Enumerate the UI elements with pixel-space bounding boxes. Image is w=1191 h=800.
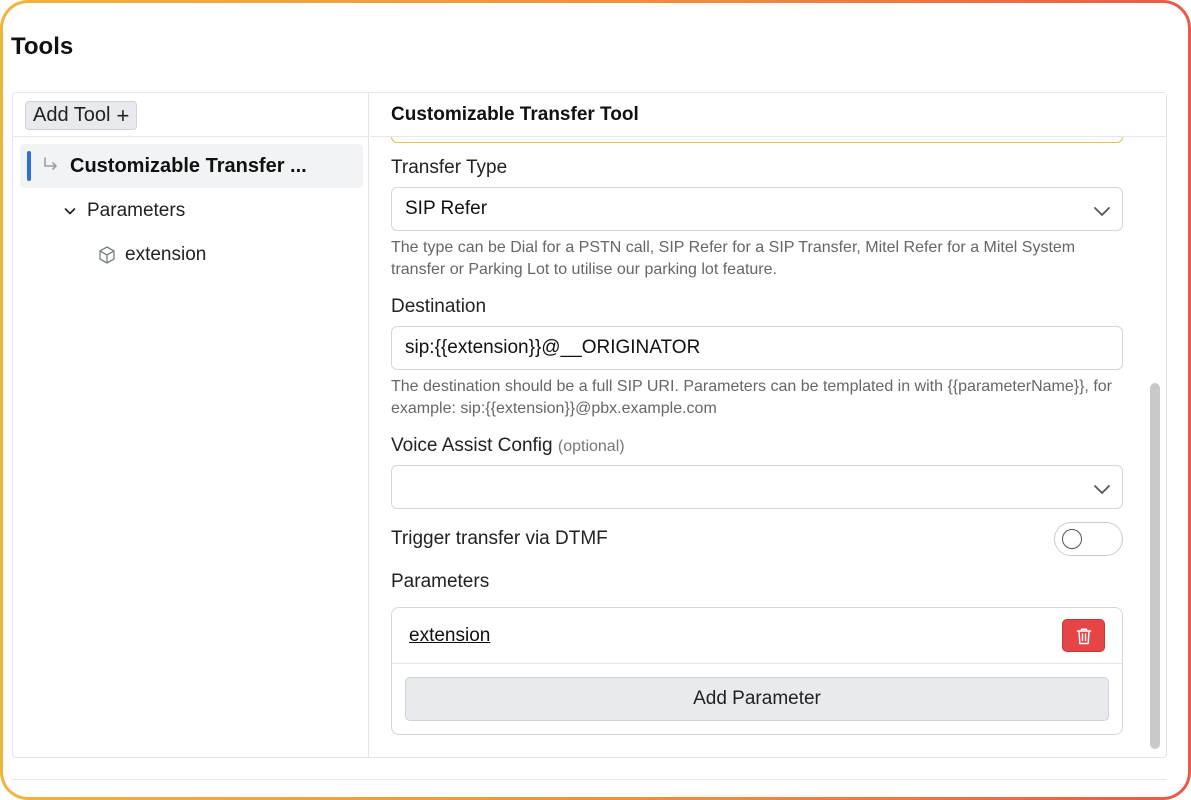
tools-panel: Add Tool + Customizable Transfer ... Par… (12, 92, 1167, 758)
tree-item-tool-label: Customizable Transfer ... (70, 155, 307, 177)
dtmf-toggle[interactable] (1054, 522, 1123, 556)
dtmf-toggle-label: Trigger transfer via DTMF (391, 528, 608, 549)
scrollbar-thumb[interactable] (1150, 383, 1160, 749)
cube-icon (99, 246, 115, 264)
tree-item-parameter-label: extension (125, 244, 207, 265)
tool-tree-header: Add Tool + (13, 93, 368, 137)
add-parameter-button[interactable]: Add Parameter (405, 677, 1109, 721)
editor-title: Customizable Transfer Tool (391, 104, 639, 125)
tree-item-parameters[interactable]: Parameters (63, 198, 185, 224)
voice-assist-select[interactable] (391, 465, 1123, 509)
optional-tag: (optional) (557, 438, 625, 455)
transfer-type-select[interactable]: SIP Refer (391, 187, 1123, 231)
trash-icon (1076, 627, 1091, 644)
divider (12, 779, 1167, 780)
voice-assist-label-text: Voice Assist Config (391, 435, 553, 456)
selected-indicator (27, 151, 31, 181)
tree-item-parameters-label: Parameters (87, 200, 186, 221)
voice-assist-label: Voice Assist Config (optional) (391, 435, 625, 457)
chevron-down-icon (64, 208, 76, 215)
chevron-down-icon (1094, 207, 1110, 216)
chevron-down-icon (1094, 485, 1110, 494)
scrollbar[interactable] (1148, 137, 1162, 757)
parameters-label: Parameters (391, 571, 490, 592)
parameters-list: extension Add Parameter (391, 607, 1123, 735)
transfer-type-label: Transfer Type (391, 157, 508, 178)
tool-editor-pane: Customizable Transfer Tool Transfer Type… (370, 93, 1166, 757)
destination-input[interactable]: sip:{{extension}}@__ORIGINATOR (391, 326, 1123, 370)
add-tool-label: Add Tool (33, 104, 111, 126)
toggle-knob (1062, 529, 1082, 549)
transfer-type-help: The type can be Dial for a PSTN call, SI… (391, 239, 1076, 278)
tree-item-parameter[interactable]: extension (97, 242, 206, 268)
plus-icon: + (116, 102, 130, 128)
return-arrow-icon (44, 157, 57, 170)
page-title: Tools (11, 33, 74, 60)
delete-parameter-button[interactable] (1062, 619, 1105, 652)
tool-tree-pane: Add Tool + Customizable Transfer ... Par… (13, 93, 369, 757)
transfer-type-value: SIP Refer (405, 198, 488, 219)
list-item: extension (392, 608, 1122, 664)
add-tool-button[interactable]: Add Tool + (25, 101, 138, 130)
parameter-link[interactable]: extension (409, 625, 490, 647)
destination-value: sip:{{extension}}@__ORIGINATOR (405, 337, 701, 358)
destination-help: The destination should be a full SIP URI… (391, 378, 1112, 417)
tree-item-tool[interactable]: Customizable Transfer ... (20, 144, 363, 188)
editor-header: Customizable Transfer Tool (370, 93, 1166, 137)
destination-label: Destination (391, 296, 487, 317)
